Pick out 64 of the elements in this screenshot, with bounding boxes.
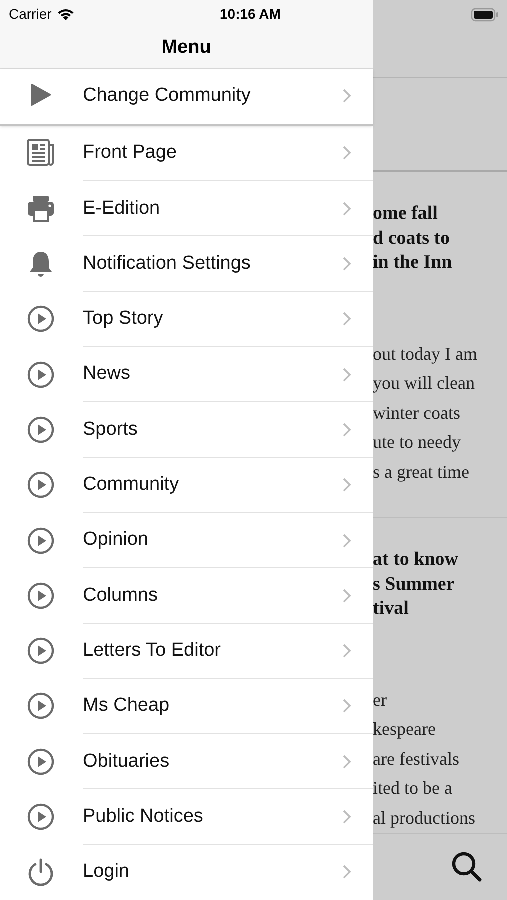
menu-item[interactable]: Public Notices	[0, 789, 373, 845]
menu-item[interactable]: News	[0, 347, 373, 402]
body-text-line: out today I am	[373, 342, 478, 366]
status-time: 10:16 AM	[220, 4, 281, 24]
body-text-line: are festivals	[373, 748, 460, 771]
chevron-icon	[342, 754, 352, 770]
menu-item[interactable]: Community	[0, 458, 373, 513]
menu-item[interactable]: Obituaries	[0, 734, 373, 790]
body-text-line: er	[373, 688, 387, 712]
menu-item[interactable]: Letters To Editor	[0, 624, 373, 679]
menu-item[interactable]: Columns	[0, 568, 373, 624]
play-circle-icon	[26, 580, 56, 611]
headline-line: at to know	[373, 548, 459, 572]
power-icon	[26, 857, 56, 888]
menu-title: Menu	[162, 36, 212, 60]
body-text-line: ute to needy	[373, 431, 461, 454]
play-circle-icon	[26, 526, 56, 556]
carrier-label: Carrier	[9, 4, 52, 24]
chevron-icon	[342, 477, 352, 494]
chevron-icon	[342, 864, 352, 880]
search-icon[interactable]	[451, 851, 483, 884]
wifi-icon	[56, 8, 75, 20]
chevron-icon	[342, 256, 352, 272]
chevron-icon	[342, 145, 352, 162]
play-circle-icon	[26, 802, 56, 832]
play-circle-icon	[26, 470, 56, 500]
newspaper-icon	[26, 138, 56, 168]
chevron-icon	[342, 809, 352, 826]
chevron-icon	[342, 532, 352, 549]
play-circle-icon	[26, 414, 56, 445]
body-text-line: winter coats	[373, 402, 460, 425]
chevron-icon	[342, 311, 352, 328]
headline-line: d coats to	[373, 226, 450, 251]
menu-item[interactable]: Notification Settings	[0, 236, 373, 292]
menu-item[interactable]: Front Page	[0, 126, 373, 182]
headline-line: in the Inn	[373, 251, 452, 276]
headline-line: s Summer	[373, 572, 455, 597]
menu-item[interactable]: Login	[0, 844, 373, 900]
headline-line: ome fall	[373, 202, 438, 226]
battery-icon	[471, 8, 499, 22]
chevron-icon	[342, 698, 352, 714]
body-text-line: al productions	[373, 806, 476, 830]
menu-item[interactable]: Ms Cheap	[0, 678, 373, 734]
menu-item[interactable]: Opinion	[0, 512, 373, 568]
body-text-line: s a great time	[373, 460, 470, 484]
printer-icon	[26, 194, 56, 224]
menu-item[interactable]: Sports	[0, 402, 373, 458]
play-circle-icon	[26, 691, 56, 722]
body-text-line: ited to be a	[373, 777, 452, 800]
body-text-line: you will clean	[373, 372, 475, 396]
chevron-icon	[342, 588, 352, 604]
play-circle-icon	[26, 636, 56, 666]
play-circle-icon	[26, 360, 56, 390]
menu-item[interactable]: E-Edition	[0, 181, 373, 236]
headline-line: tival	[373, 597, 409, 622]
chevron-icon	[342, 366, 352, 383]
chevron-icon	[342, 643, 352, 660]
chevron-icon	[342, 88, 352, 104]
menu-item[interactable]: Top Story	[0, 292, 373, 348]
body-text-line: kespeare	[373, 718, 436, 742]
chevron-icon	[342, 200, 352, 217]
play-circle-icon	[26, 304, 56, 334]
play-circle-icon	[26, 746, 56, 777]
chevron-icon	[342, 422, 352, 438]
